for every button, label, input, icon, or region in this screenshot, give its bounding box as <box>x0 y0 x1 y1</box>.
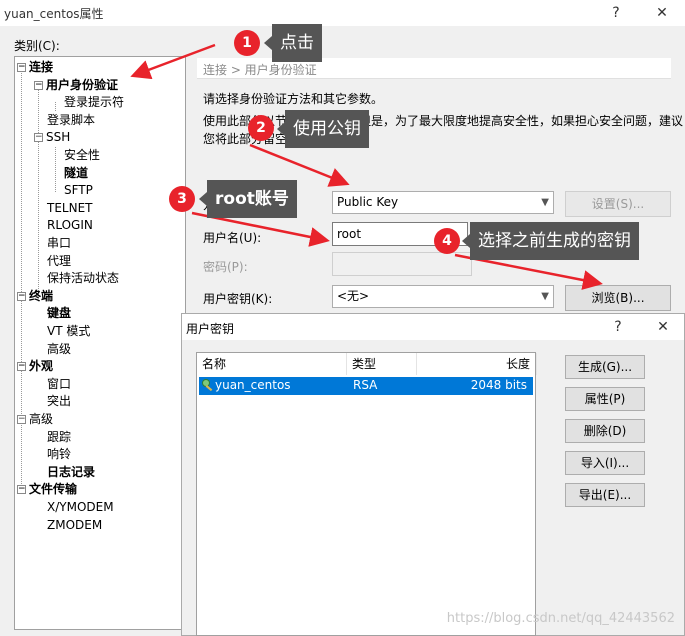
annotation-callout-2: 使用公钥 <box>277 110 369 148</box>
arrow-1 <box>130 43 216 80</box>
annotation-callout-1: 点击 <box>264 24 322 62</box>
annotation-callout-3: root账号 <box>199 180 297 218</box>
annotation-callout-4: 选择之前生成的密钥 <box>462 222 639 260</box>
annotation-badge-1: 1 <box>234 30 260 56</box>
annotation-arrows <box>130 43 603 290</box>
arrow-2 <box>249 143 350 187</box>
annotation-badge-4: 4 <box>434 228 460 254</box>
annotation-badge-3: 3 <box>169 186 195 212</box>
annotation-badge-2: 2 <box>248 115 274 141</box>
watermark: https://blog.csdn.net/qq_42443562 <box>446 611 675 626</box>
